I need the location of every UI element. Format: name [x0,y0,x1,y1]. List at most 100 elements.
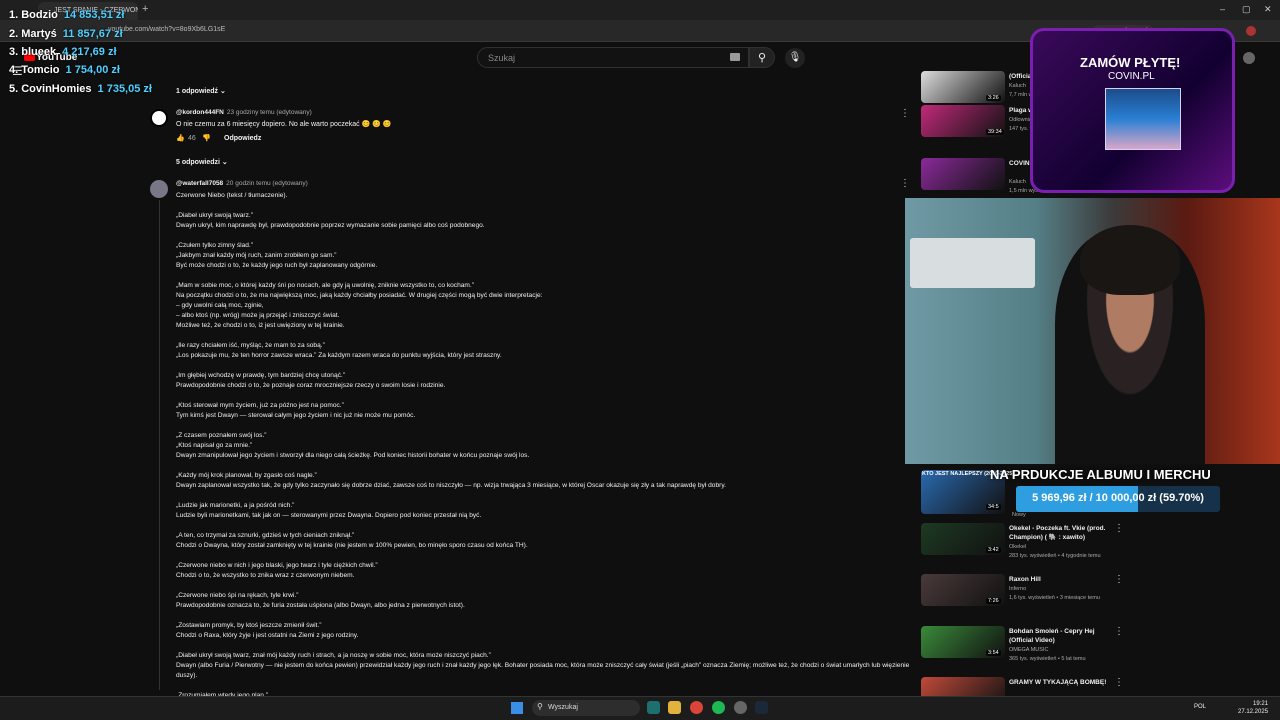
comment-line: Tym kimś jest Dwayn — sterował całym jeg… [176,412,416,419]
new-badge: Nowy [1012,512,1026,518]
more-options-icon[interactable]: ⋮ [900,178,910,189]
start-icon[interactable] [511,702,523,714]
comment-line: Ludzie byli marionetkami, tak jak on — s… [176,512,482,519]
video-title[interactable]: GRAMY W TYKAJĄCĄ BOMBĘ! [1009,678,1119,687]
leaderboard-row: 2. Martyś 11 857,67 zł [9,28,123,40]
more-options-icon[interactable]: ⋮ [900,108,910,119]
comment-line: „A ten, co trzymał za sznurki, gdzieś w … [176,532,355,539]
comment-line: „Czerwone niebo w nich i jego blaski, je… [176,562,378,569]
video-duration: 39:34 [986,129,1004,135]
video-duration: 3:42 [986,547,1001,553]
promo-site: COVIN.PL [1108,71,1155,82]
reply-button[interactable]: Odpowiedz [224,135,261,142]
new-tab-icon[interactable]: + [142,3,148,15]
user-avatar[interactable] [1243,52,1255,64]
replies-toggle[interactable]: 5 odpowiedzi ⌄ [176,158,228,166]
comment-line: Prawdopodobnie chodzi o to, że poznaje c… [176,382,446,389]
leaderboard-row: 5. CovinHomies 1 735,05 zł [9,83,152,95]
synth-keyboard-image [910,238,1035,288]
promo-title: ZAMÓW PŁYTĘ! [1080,55,1181,70]
comment-line: „Diabeł ukrył swoją twarz, znał mój każd… [176,652,491,659]
replies-toggle[interactable]: 1 odpowiedź ⌄ [176,87,226,95]
dislike-icon[interactable]: 👎 [202,134,211,144]
more-options-icon[interactable]: ⋮ [1114,677,1124,688]
leaderboard-row: 1. Bodzio 14 853,51 zł [9,9,125,21]
avatar[interactable] [150,109,168,127]
video-duration: 7:26 [986,598,1001,604]
search-icon: ⚲ [537,702,543,711]
video-channel[interactable]: Kaluch [1009,178,1026,186]
video-title[interactable]: Bohdan Smoleń - Cepry Hej (Official Vide… [1009,627,1119,645]
comment-line: „Jakbym znał każdy mój ruch, zanim zrobi… [176,252,337,259]
chevron-down-icon: ⌄ [221,159,228,166]
comment-line: „Każdy mój krok planował, by zgasło coś … [176,472,317,479]
profile-avatar-icon[interactable] [1246,26,1256,36]
browser-tab-bar [0,0,1280,20]
video-channel[interactable]: Kaluch [1009,82,1026,90]
comment-line: Możliwe też, że chodzi o to, iż jest uwi… [176,322,345,329]
comment-line: „Im głębiej wchodzę w prawdę, tym bardzi… [176,372,345,379]
comment-line: Dwayn zmanipulował jego życiem i stworzy… [176,452,530,459]
video-duration: 3:26 [986,95,1001,101]
thread-line [159,200,160,690]
video-title[interactable]: Okekel - Poczeka ft. Vkie (prod. Champio… [1009,524,1119,542]
comment-line: Czerwone Niebo (tekst / tłumaczenie). [176,192,288,199]
like-count: 46 [188,135,196,142]
video-channel[interactable]: Inferno [1009,585,1026,593]
comment-line: „Diabeł ukrył swoją twarz.” [176,212,253,219]
more-options-icon[interactable]: ⋮ [1114,574,1124,585]
spotify-icon[interactable] [712,701,725,714]
comment-line: „Ile razy chciałem iść, myśląc, że mam t… [176,342,325,349]
steam-icon[interactable] [755,701,768,714]
keyboard-icon[interactable] [730,53,740,61]
app-icon[interactable] [734,701,747,714]
video-channel[interactable]: OMEGA MUSIC [1009,646,1048,654]
video-channel[interactable]: Okekel [1009,543,1026,551]
video-meta: 283 tys. wyświetleń • 4 tygodnie temu [1009,553,1101,559]
app-icon[interactable] [647,701,660,714]
leaderboard-row: 4. Tomcio 1 754,00 zł [9,64,120,76]
comment-line: „Ludzie jak marionetki, a ja pośród nich… [176,502,295,509]
comment-text: Czerwone Niebo (tekst / tłumaczenie). „Di… [176,191,911,711]
url-text[interactable]: youtube.com/watch?v=8o9Xb6LG1sE [108,26,225,33]
language-indicator[interactable]: POL [1194,704,1206,710]
maximize-icon[interactable]: ▢ [1242,4,1251,15]
comment-line: Dwayn zaplanował wszystko tak, że gdy ty… [176,482,726,489]
comment-line: Dwayn (albo Furia / Pierwotny — nie jest… [176,662,910,679]
video-title[interactable]: Raxon Hill [1009,575,1119,584]
search-icon[interactable]: ⚲ [749,47,775,68]
comment-line: „Czułem tylko zimny ślad.” [176,242,253,249]
chrome-icon[interactable] [690,701,703,714]
more-options-icon[interactable]: ⋮ [1114,626,1124,637]
comment-text: O nie czemu za 6 miesięcy dopiero. No al… [176,121,392,128]
goal-value: 5 969,96 zł / 10 000,00 zł (59.70%) [1032,492,1204,504]
comment-line: „Z czasem poznałem swój los.” [176,432,267,439]
comment-line: Chodzi o to, że wszystko to znika wraz z… [176,572,355,579]
like-icon[interactable]: 👍 [176,134,185,144]
folder-icon[interactable] [668,701,681,714]
microphone-icon[interactable]: 🎙 [785,48,805,68]
comment-line: Na początku chodzi o to, że ma największ… [176,292,543,299]
comment-line: „Los pokazuje mu, że ten horror zawsze w… [176,352,502,359]
search-input[interactable]: Szukaj [477,47,749,68]
comment-line: Dwayn ukrył, kim naprawdę był, prawdopod… [176,222,485,229]
taskbar-search[interactable]: Wyszukaj [532,700,640,716]
comment-author[interactable]: @waterfall7058 20 godzin temu (edytowany) [176,180,308,187]
video-meta: 1,6 tys. wyświetleń • 3 miesiące temu [1009,595,1100,601]
avatar[interactable] [150,180,168,198]
comment-line: Być może chodzi o to, że każdy jego ruch… [176,262,378,269]
video-duration: 34:5 [986,504,1001,510]
comment-line: „Zostawiam promyk, by ktoś jeszcze zmien… [176,622,322,629]
video-duration: 3:54 [986,650,1001,656]
comment-author[interactable]: @kordon444FN 23 godziny temu (edytowany) [176,109,312,116]
more-options-icon[interactable]: ⋮ [1114,523,1124,534]
comment-line: – albo ktoś (np. wróg) może ją przejąć i… [176,312,340,319]
leaderboard-row: 3. blueek 4 217,69 zł [9,46,117,58]
chevron-down-icon: ⌄ [219,88,226,95]
video-thumbnail[interactable] [921,158,1005,190]
close-icon[interactable]: ✕ [1264,4,1272,15]
comment-line: Chodzi o Dwayna, który został zamknięty … [176,542,528,549]
album-cover-image [1105,88,1181,150]
clock[interactable]: 19:21 27.12.2025 [1238,700,1268,716]
minimize-icon[interactable]: – [1220,4,1225,14]
